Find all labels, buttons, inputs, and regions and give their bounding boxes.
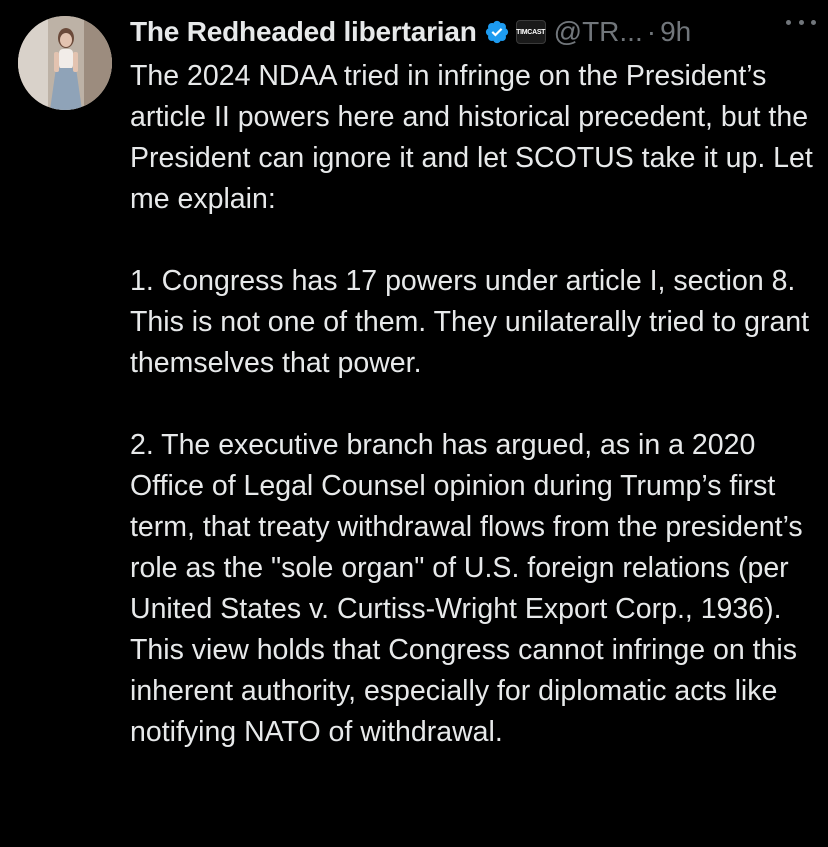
tweet-paragraph-1: The 2024 NDAA tried in infringe on the P… <box>130 60 813 215</box>
avatar-photo <box>18 16 112 110</box>
tweet-paragraph-2: 1. Congress has 17 powers under article … <box>130 265 810 379</box>
tweet: The Redheaded libertarian TIMCAST @TR...… <box>0 0 828 847</box>
separator-dot: · <box>646 16 657 47</box>
user-handle[interactable]: @TR... <box>554 16 643 48</box>
tweet-text: The 2024 NDAA tried in infringe on the P… <box>130 56 820 753</box>
avatar[interactable] <box>18 16 112 110</box>
affiliate-badge[interactable]: TIMCAST <box>515 20 546 44</box>
tweet-paragraph-3: 2. The executive branch has argued, as i… <box>130 429 803 748</box>
tweet-header: The Redheaded libertarian TIMCAST @TR...… <box>130 10 820 54</box>
timestamp[interactable]: 9h <box>660 16 691 48</box>
verified-badge-icon[interactable] <box>484 19 510 45</box>
more-options-icon[interactable] <box>786 14 816 30</box>
display-name[interactable]: The Redheaded libertarian <box>130 16 477 48</box>
